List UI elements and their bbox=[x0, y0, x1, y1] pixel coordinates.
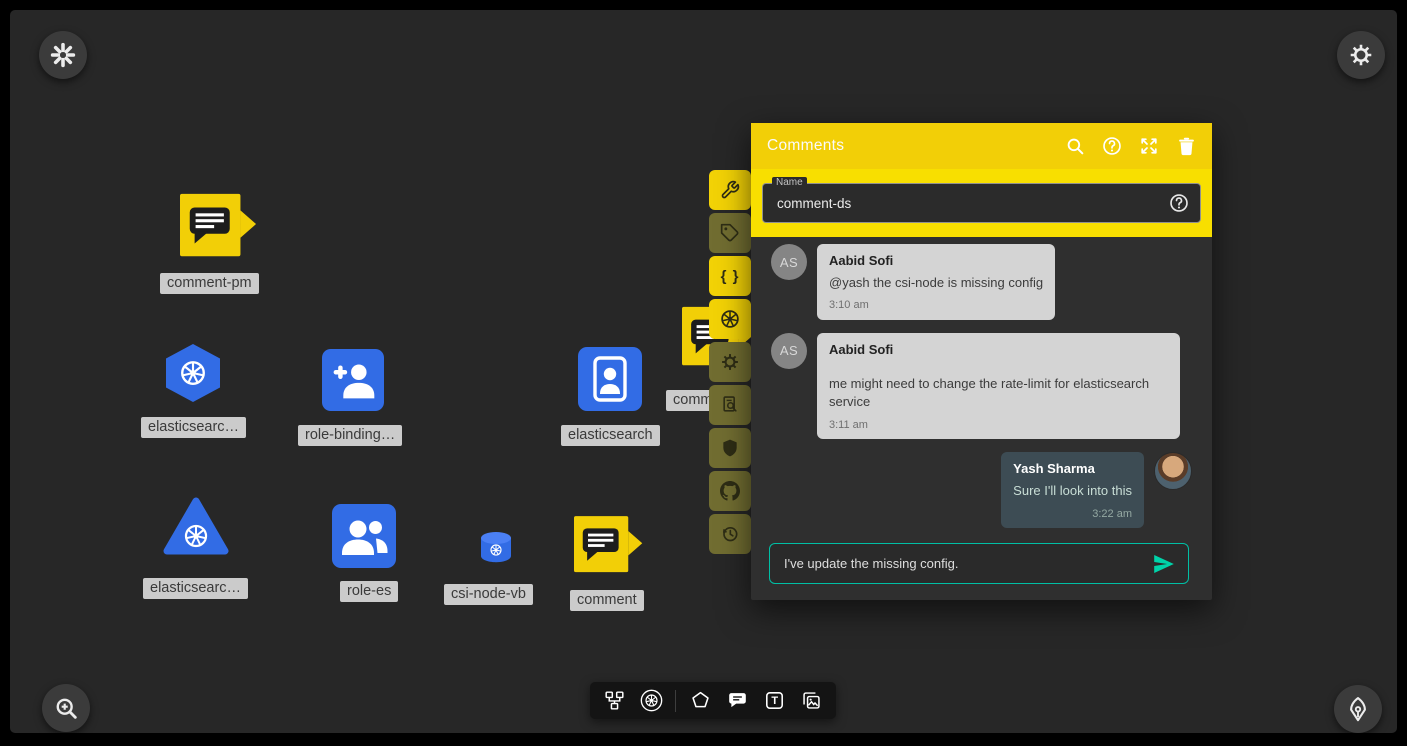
comment-bubble: Aabid Sofi me might need to change the r… bbox=[817, 333, 1180, 439]
comment-text: Sure I'll look into this bbox=[1013, 482, 1132, 500]
node-label-csi-node-vb[interactable]: csi-node-vb bbox=[444, 584, 533, 605]
comment-author: Aabid Sofi bbox=[829, 252, 1043, 270]
node-comment-pm[interactable] bbox=[180, 193, 258, 259]
pen-tool-button[interactable] bbox=[1334, 685, 1382, 733]
trash-icon bbox=[1176, 136, 1197, 157]
help-icon bbox=[1101, 135, 1123, 157]
comment-author: Aabid Sofi bbox=[829, 341, 1168, 359]
message-input[interactable] bbox=[782, 555, 1152, 572]
gear-icon bbox=[720, 352, 740, 372]
name-field-label: Name bbox=[772, 177, 807, 188]
name-field-section: Name bbox=[751, 169, 1212, 237]
context-json-button[interactable]: { } bbox=[709, 256, 751, 296]
app-logo-burst-icon bbox=[50, 42, 76, 68]
help-button[interactable] bbox=[1100, 134, 1124, 158]
flowchart-tool-button[interactable] bbox=[601, 688, 627, 714]
node-label-comment-pm[interactable]: comment-pm bbox=[160, 273, 259, 294]
search-button[interactable] bbox=[1063, 134, 1087, 158]
context-configure-button[interactable] bbox=[709, 170, 751, 210]
avatar: AS bbox=[771, 244, 807, 280]
node-elasticsearch-triangle[interactable] bbox=[162, 496, 230, 558]
node-context-toolbar: { } bbox=[709, 170, 751, 554]
comments-panel: Comments Name bbox=[751, 123, 1212, 600]
comment-time: 3:11 am bbox=[829, 418, 1168, 433]
flowchart-icon bbox=[604, 690, 625, 711]
app-logo-button[interactable] bbox=[39, 31, 87, 79]
node-role-es[interactable] bbox=[332, 504, 396, 568]
node-label-role-es[interactable]: role-es bbox=[340, 581, 398, 602]
avatar: AS bbox=[771, 333, 807, 369]
comment-time: 3:10 am bbox=[829, 298, 1043, 313]
settings-button[interactable] bbox=[1337, 31, 1385, 79]
wrench-icon bbox=[720, 180, 740, 200]
shield-icon bbox=[720, 438, 740, 458]
node-role-binding[interactable] bbox=[322, 349, 384, 411]
tag-icon bbox=[720, 223, 740, 243]
node-elasticsearch-hexagon[interactable] bbox=[162, 342, 224, 404]
comments-panel-header[interactable]: Comments bbox=[751, 123, 1212, 169]
name-input[interactable] bbox=[775, 195, 1168, 212]
comment-row: AS Aabid Sofi @yash the csi-node is miss… bbox=[771, 244, 1192, 320]
context-kubernetes-button[interactable] bbox=[709, 299, 751, 339]
node-label-elasticsearch-2[interactable]: elasticsearch bbox=[561, 425, 660, 446]
context-history-button[interactable] bbox=[709, 514, 751, 554]
design-canvas[interactable]: comment-pm elasticsearc… role-binding… e… bbox=[10, 10, 1397, 733]
context-inspect-button[interactable] bbox=[709, 385, 751, 425]
github-icon bbox=[720, 481, 740, 501]
context-settings-button[interactable] bbox=[709, 342, 751, 382]
node-comment[interactable] bbox=[574, 514, 644, 576]
comments-thread: AS Aabid Sofi @yash the csi-node is miss… bbox=[751, 237, 1212, 600]
toolbar-divider bbox=[675, 690, 676, 712]
context-label-button[interactable] bbox=[709, 213, 751, 253]
shapes-tool-button[interactable] bbox=[688, 688, 714, 714]
text-tool-button[interactable]: T bbox=[762, 688, 788, 714]
kubernetes-icon bbox=[719, 308, 741, 330]
node-label-comment[interactable]: comment bbox=[570, 590, 644, 611]
comment-text: @yash the csi-node is missing config bbox=[829, 274, 1043, 292]
comment-row: AS Aabid Sofi me might need to change th… bbox=[771, 333, 1192, 439]
comment-row: Yash Sharma Sure I'll look into this 3:2… bbox=[771, 452, 1192, 528]
avatar-photo bbox=[1154, 452, 1192, 490]
image-tool-button[interactable] bbox=[799, 688, 825, 714]
message-input-field[interactable] bbox=[769, 543, 1189, 584]
send-icon[interactable] bbox=[1152, 552, 1176, 576]
comment-time: 3:22 am bbox=[1013, 507, 1132, 522]
kubernetes-icon bbox=[640, 689, 663, 712]
name-field[interactable]: Name bbox=[762, 183, 1201, 223]
context-security-button[interactable] bbox=[709, 428, 751, 468]
text-tool-glyph: T bbox=[762, 688, 788, 714]
expand-icon bbox=[1138, 135, 1160, 157]
shape-toolbar: T bbox=[590, 682, 836, 719]
comment-bubble: Aabid Sofi @yash the csi-node is missing… bbox=[817, 244, 1055, 320]
search-icon bbox=[1064, 135, 1086, 157]
gear-icon bbox=[1348, 42, 1374, 68]
pen-nib-icon bbox=[1344, 695, 1372, 723]
node-label-elasticsearch-3[interactable]: elasticsearc… bbox=[143, 578, 248, 599]
comment-tool-button[interactable] bbox=[725, 688, 751, 714]
zoom-in-icon bbox=[53, 695, 79, 721]
comment-icon bbox=[727, 690, 748, 711]
doc-search-icon bbox=[720, 395, 740, 415]
node-csi-node-vb[interactable] bbox=[479, 531, 513, 563]
delete-button[interactable] bbox=[1174, 134, 1198, 158]
history-icon bbox=[720, 524, 740, 544]
context-github-button[interactable] bbox=[709, 471, 751, 511]
node-label-role-binding[interactable]: role-binding… bbox=[298, 425, 402, 446]
zoom-button[interactable] bbox=[42, 684, 90, 732]
help-icon[interactable] bbox=[1168, 192, 1190, 214]
node-elasticsearch-service-account[interactable] bbox=[578, 347, 642, 411]
kubernetes-tool-button[interactable] bbox=[638, 688, 664, 714]
comments-panel-title: Comments bbox=[767, 137, 844, 155]
comments-panel-header-actions bbox=[1063, 134, 1198, 158]
node-label-elasticsearch-1[interactable]: elasticsearc… bbox=[141, 417, 246, 438]
braces-icon: { } bbox=[721, 268, 740, 285]
image-icon bbox=[801, 690, 822, 711]
comment-bubble: Yash Sharma Sure I'll look into this 3:2… bbox=[1001, 452, 1144, 528]
shapes-icon bbox=[690, 690, 711, 711]
comment-author: Yash Sharma bbox=[1013, 460, 1132, 478]
comment-text: me might need to change the rate-limit f… bbox=[829, 375, 1168, 410]
expand-button[interactable] bbox=[1137, 134, 1161, 158]
